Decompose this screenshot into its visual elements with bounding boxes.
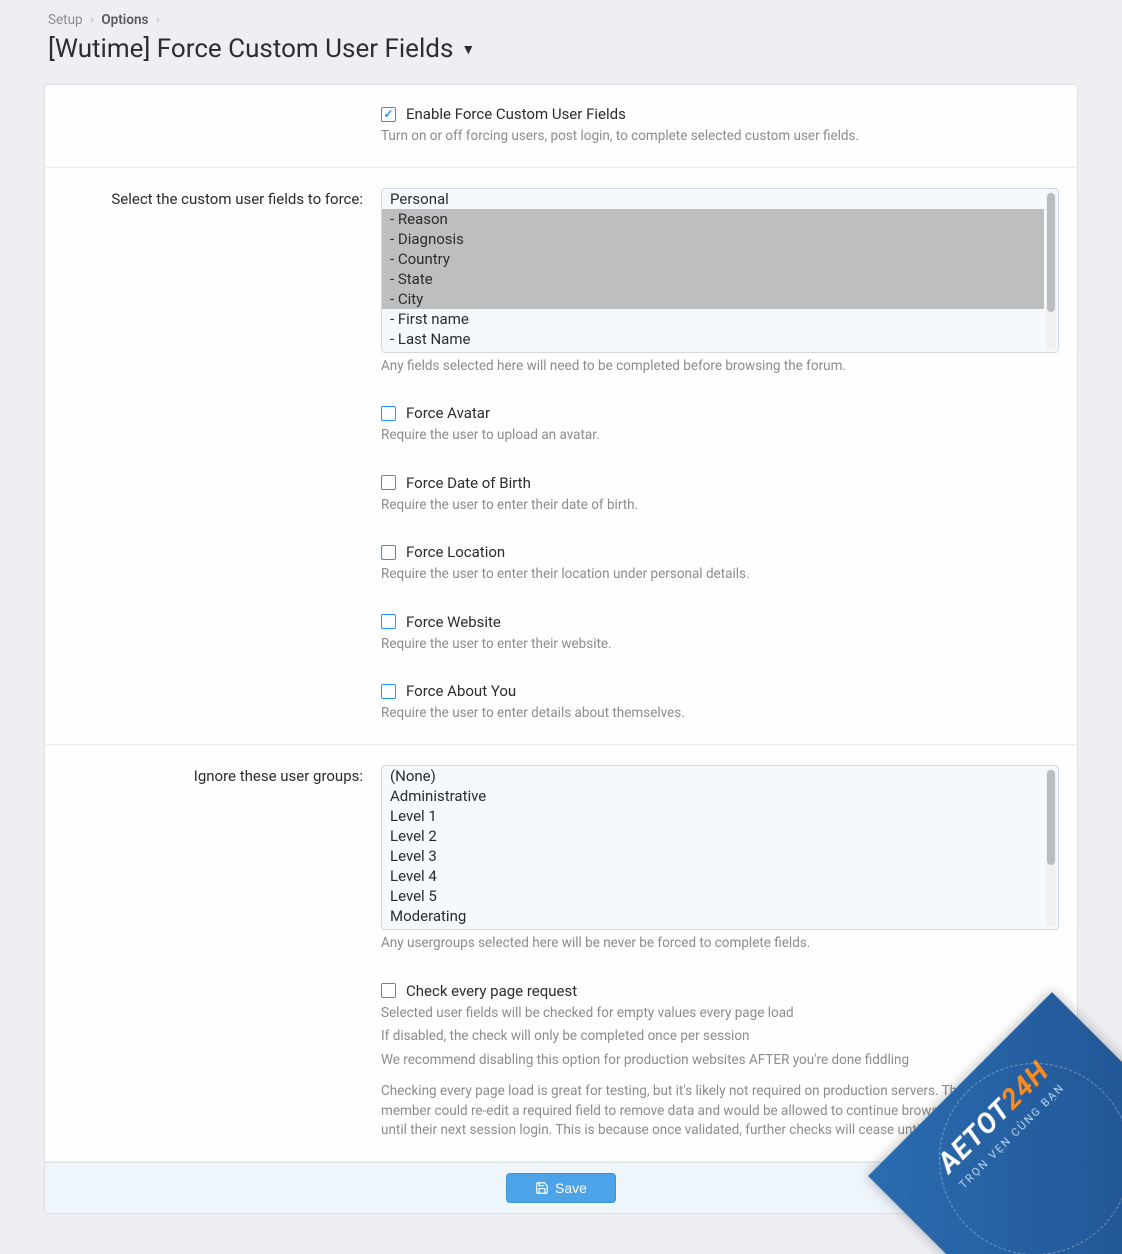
listbox-item[interactable]: Level 1 xyxy=(382,806,1044,826)
ignore-groups-help: Any usergroups selected here will be nev… xyxy=(381,934,1059,954)
listbox-item[interactable]: - Reason xyxy=(382,209,1044,229)
listbox-item[interactable]: - Diagnosis xyxy=(382,229,1044,249)
enable-help: Turn on or off forcing users, post login… xyxy=(381,127,1059,147)
check-every-checkbox[interactable] xyxy=(381,983,396,998)
chevron-right-icon: › xyxy=(90,12,94,28)
force-location-checkbox[interactable] xyxy=(381,545,396,560)
breadcrumb-options[interactable]: Options xyxy=(101,12,148,28)
listbox-item[interactable]: Level 5 xyxy=(382,886,1044,906)
enable-checkbox[interactable] xyxy=(381,107,396,122)
force-dob-help: Require the user to enter their date of … xyxy=(381,496,1059,516)
listbox-item[interactable]: Administrative xyxy=(382,786,1044,806)
save-icon xyxy=(535,1181,549,1195)
breadcrumb-setup[interactable]: Setup xyxy=(48,12,83,28)
force-location-label[interactable]: Force Location xyxy=(406,543,505,561)
panel-footer: Save xyxy=(45,1162,1077,1213)
force-website-label[interactable]: Force Website xyxy=(406,613,501,631)
check-every-help-3: We recommend disabling this option for p… xyxy=(381,1051,1059,1071)
scrollbar[interactable] xyxy=(1046,191,1056,350)
force-avatar-label[interactable]: Force Avatar xyxy=(406,404,490,422)
options-panel: Enable Force Custom User Fields Turn on … xyxy=(44,84,1078,1214)
page-title-row[interactable]: [Wutime] Force Custom User Fields ▼ xyxy=(44,32,1078,80)
force-avatar-help: Require the user to upload an avatar. xyxy=(381,426,1059,446)
enable-label[interactable]: Enable Force Custom User Fields xyxy=(406,105,626,123)
save-button[interactable]: Save xyxy=(506,1173,616,1203)
chevron-right-icon: › xyxy=(156,12,160,28)
force-dob-label[interactable]: Force Date of Birth xyxy=(406,474,531,492)
force-dob-checkbox[interactable] xyxy=(381,475,396,490)
check-every-help-1: Selected user fields will be checked for… xyxy=(381,1004,1059,1024)
caret-down-icon: ▼ xyxy=(461,41,475,58)
ignore-groups-label: Ignore these user groups: xyxy=(45,765,381,1141)
listbox-item[interactable]: Level 3 xyxy=(382,846,1044,866)
listbox-item[interactable]: - Last Name xyxy=(382,329,1044,349)
force-website-checkbox[interactable] xyxy=(381,614,396,629)
listbox-item[interactable]: - City xyxy=(382,289,1044,309)
listbox-item[interactable]: (None) xyxy=(382,766,1044,786)
listbox-item[interactable]: - First name xyxy=(382,309,1044,329)
force-website-help: Require the user to enter their website. xyxy=(381,635,1059,655)
listbox-item[interactable]: Personal xyxy=(382,189,1044,209)
listbox-item[interactable]: Level 4 xyxy=(382,866,1044,886)
force-about-help: Require the user to enter details about … xyxy=(381,704,1059,724)
listbox-item[interactable]: Moderating xyxy=(382,906,1044,926)
check-every-note: Checking every page load is great for te… xyxy=(381,1082,1059,1141)
fields-select-label: Select the custom user fields to force: xyxy=(45,188,381,724)
section-spacer xyxy=(45,105,381,147)
scrollbar[interactable] xyxy=(1046,768,1056,927)
force-about-label[interactable]: Force About You xyxy=(406,682,516,700)
check-every-label[interactable]: Check every page request xyxy=(406,982,577,1000)
listbox-item[interactable]: - State xyxy=(382,269,1044,289)
check-every-help-2: If disabled, the check will only be comp… xyxy=(381,1027,1059,1047)
force-location-help: Require the user to enter their location… xyxy=(381,565,1059,585)
listbox-item[interactable]: - Country xyxy=(382,249,1044,269)
force-avatar-checkbox[interactable] xyxy=(381,406,396,421)
force-about-checkbox[interactable] xyxy=(381,684,396,699)
page-title: [Wutime] Force Custom User Fields xyxy=(48,34,453,64)
ignore-groups-listbox[interactable]: (None)AdministrativeLevel 1Level 2Level … xyxy=(381,765,1059,930)
listbox-item[interactable]: Level 2 xyxy=(382,826,1044,846)
fields-listbox[interactable]: Personal- Reason- Diagnosis- Country- St… xyxy=(381,188,1059,353)
save-button-label: Save xyxy=(555,1180,587,1196)
fields-help: Any fields selected here will need to be… xyxy=(381,357,1059,377)
breadcrumb: Setup › Options › xyxy=(44,10,1078,32)
